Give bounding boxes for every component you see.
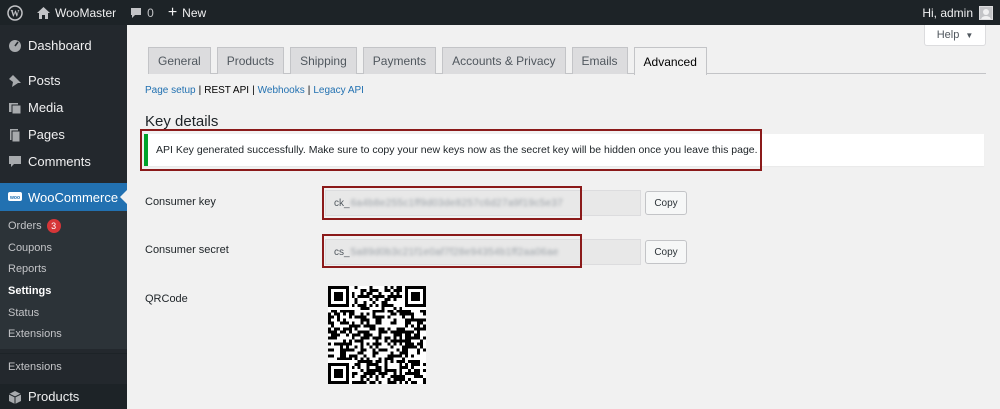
box-icon: [8, 390, 22, 404]
section-subnav: Page setup | REST API | Webhooks | Legac…: [145, 85, 364, 96]
orders-count-badge: 3: [46, 218, 61, 233]
media-icon: [8, 101, 22, 115]
submenu-label: Orders: [8, 219, 42, 232]
tab-label: Payments: [372, 54, 427, 68]
tab-label: Emails: [581, 54, 618, 68]
menu-label: Products: [28, 389, 80, 404]
tab-label: Shipping: [300, 54, 347, 68]
pages-icon: [8, 128, 22, 142]
tab-label: General: [158, 54, 201, 68]
highlight-box-notice: [140, 129, 762, 171]
comment-icon: [8, 155, 22, 169]
submenu-label: Coupons: [8, 241, 53, 254]
submenu-item-settings[interactable]: Settings: [0, 280, 127, 302]
tab-payments[interactable]: Payments: [362, 47, 437, 74]
new-content-link[interactable]: + New: [161, 0, 213, 25]
copy-consumer-key-button[interactable]: Copy: [645, 191, 687, 215]
tab-label: Products: [226, 54, 275, 68]
svg-text:woo: woo: [9, 195, 20, 201]
submenu-label: Status: [8, 306, 40, 319]
submenu-label: Reports: [8, 263, 47, 276]
woocommerce-submenu: Orders 3 Coupons Reports Settings Status…: [0, 211, 127, 350]
menu-item-pages[interactable]: Pages: [0, 121, 127, 148]
avatar: [979, 5, 993, 20]
qr-code-image: [328, 286, 426, 384]
svg-text:W: W: [11, 8, 20, 18]
new-label: New: [182, 5, 207, 20]
menu-item-dashboard[interactable]: Dashboard: [0, 32, 127, 59]
admin-bar: W WooMaster 0 + New Hi, admin: [0, 0, 1000, 25]
comment-icon: [130, 7, 142, 19]
subnav-separator: |: [198, 85, 202, 96]
qrcode-label: QRCode: [145, 293, 188, 305]
menu-label: Dashboard: [28, 38, 92, 53]
highlight-box-consumer-secret: [322, 234, 582, 268]
copy-consumer-secret-button[interactable]: Copy: [645, 240, 687, 264]
menu-label: Posts: [28, 73, 61, 88]
menu-item-extensions[interactable]: Extensions: [0, 353, 127, 380]
menu-label: Extensions: [8, 361, 62, 374]
tab-advanced[interactable]: Advanced: [633, 47, 707, 75]
submenu-item-extensions[interactable]: Extensions: [0, 323, 127, 345]
main-content: Help ▼ General Products Shipping Payment…: [127, 25, 1000, 409]
tab-accounts-privacy[interactable]: Accounts & Privacy: [442, 47, 566, 74]
submenu-label: Settings: [8, 284, 52, 297]
subnav-separator: |: [307, 85, 311, 96]
settings-tabs: General Products Shipping Payments Accou…: [148, 47, 986, 75]
greeting: Hi, admin: [922, 5, 973, 20]
tab-emails[interactable]: Emails: [571, 47, 628, 74]
tab-label: Advanced: [643, 54, 697, 69]
menu-item-posts[interactable]: Posts: [0, 67, 127, 94]
copy-label: Copy: [654, 246, 678, 258]
menu-item-media[interactable]: Media: [0, 94, 127, 121]
site-name-link[interactable]: WooMaster: [30, 0, 123, 25]
tab-products[interactable]: Products: [216, 47, 285, 74]
caret-down-icon: ▼: [965, 30, 974, 40]
subnav-legacy-api[interactable]: Legacy API: [313, 85, 364, 96]
submenu-label: Extensions: [8, 328, 62, 341]
comments-count: 0: [147, 5, 154, 20]
my-account-link[interactable]: Hi, admin: [915, 0, 1000, 25]
subnav-separator: |: [252, 85, 255, 96]
highlight-box-consumer-key: [322, 186, 582, 220]
admin-sidebar: Dashboard Posts Media Pages Comments woo…: [0, 25, 127, 409]
pin-icon: [8, 74, 22, 88]
home-icon: [37, 6, 50, 19]
menu-label: Pages: [28, 127, 65, 142]
submenu-item-coupons[interactable]: Coupons: [0, 237, 127, 259]
help-label: Help: [936, 29, 960, 41]
comments-link[interactable]: 0: [123, 0, 161, 25]
subnav-webhooks[interactable]: Webhooks: [258, 85, 305, 96]
plus-icon: +: [167, 3, 178, 21]
menu-item-woocommerce[interactable]: woo WooCommerce: [0, 183, 127, 211]
woocommerce-icon: woo: [8, 190, 22, 204]
subnav-rest-api[interactable]: REST API: [204, 85, 249, 96]
site-name: WooMaster: [55, 5, 117, 20]
consumer-secret-label: Consumer secret: [145, 244, 229, 256]
submenu-item-reports[interactable]: Reports: [0, 258, 127, 280]
copy-label: Copy: [654, 197, 678, 209]
subnav-page-setup[interactable]: Page setup: [145, 85, 196, 96]
menu-label: Comments: [28, 154, 91, 169]
submenu-item-orders[interactable]: Orders 3: [0, 215, 127, 237]
wordpress-logo-icon[interactable]: W: [0, 0, 30, 25]
tab-label: Accounts & Privacy: [452, 54, 556, 68]
consumer-key-label: Consumer key: [145, 196, 216, 208]
submenu-item-status[interactable]: Status: [0, 302, 127, 324]
dashboard-icon: [8, 39, 22, 53]
tab-shipping[interactable]: Shipping: [290, 47, 357, 74]
page-title: Key details: [145, 113, 219, 130]
tab-general[interactable]: General: [148, 47, 211, 74]
menu-label: Media: [28, 100, 64, 115]
menu-item-comments[interactable]: Comments: [0, 148, 127, 175]
help-button[interactable]: Help ▼: [924, 25, 986, 46]
menu-item-products[interactable]: Products: [0, 384, 127, 409]
menu-label: WooCommerce: [28, 189, 119, 205]
